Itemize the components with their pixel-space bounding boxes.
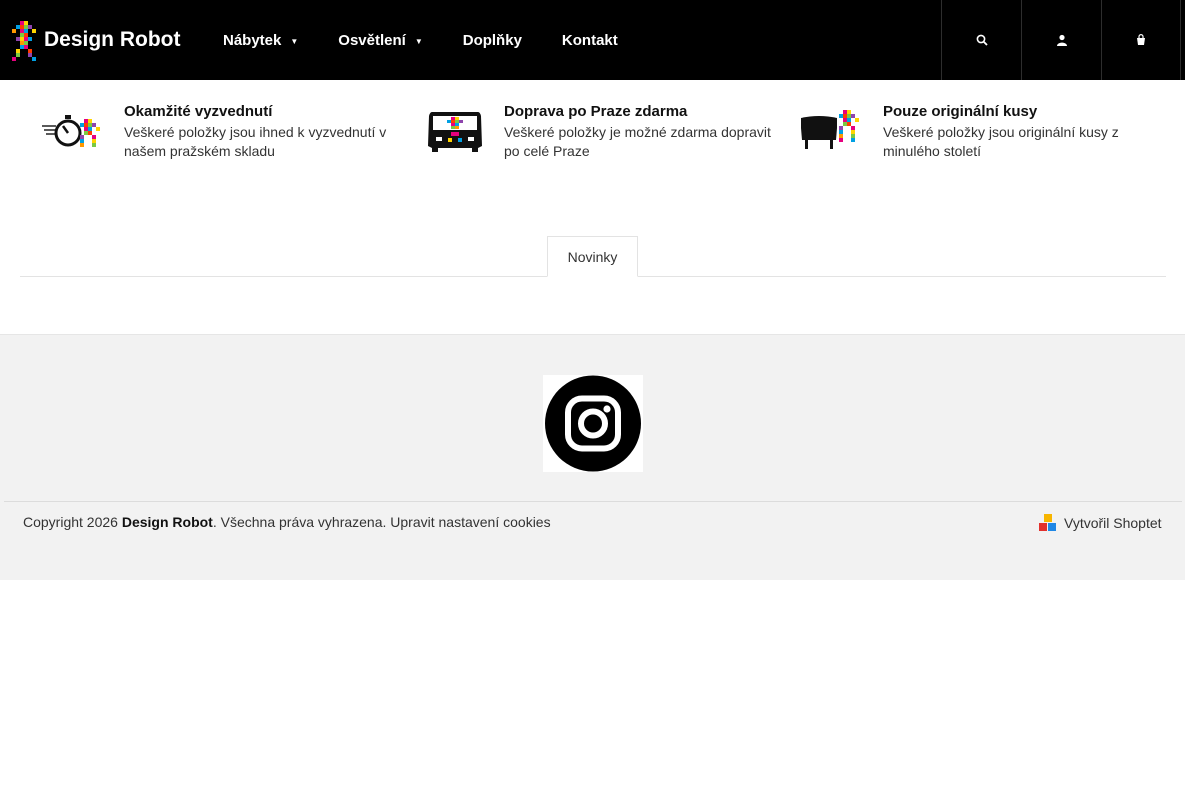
tab-novinky[interactable]: Novinky bbox=[547, 236, 638, 277]
benefit-title: Doprava po Praze zdarma bbox=[504, 103, 688, 120]
benefit-title: Okamžité vyzvednutí bbox=[124, 103, 273, 120]
copyright-brand: Design Robot bbox=[121, 514, 213, 530]
logo-text: Design Robot bbox=[44, 28, 181, 51]
cart-icon bbox=[1137, 34, 1145, 45]
cookies-settings-link[interactable]: Upravit nastavení cookies bbox=[390, 514, 550, 530]
copyright-prefix: Copyright 2026 bbox=[23, 514, 122, 530]
benefit-title: Pouze originální kusy bbox=[883, 103, 1038, 120]
benefit-desc: Veškeré položky jsou ihned k vyzvednutí … bbox=[124, 124, 387, 159]
instagram-icon bbox=[545, 375, 641, 472]
chevron-down-icon: ▼ bbox=[290, 37, 299, 46]
nav-item-label: Nábytek bbox=[223, 31, 282, 49]
nav-item-label: Kontakt bbox=[561, 31, 618, 49]
benefit-desc: Veškeré položky je možné zdarma dopravit… bbox=[504, 124, 771, 159]
site-header: Design Robot Nábytek ▼ Osvětlení ▼ Doplň… bbox=[0, 0, 1185, 80]
footer-divider bbox=[4, 501, 1182, 502]
robot-logo-icon bbox=[10, 19, 38, 61]
nav-item-doplnky[interactable]: Doplňky bbox=[463, 32, 522, 49]
cart-button[interactable] bbox=[1101, 0, 1181, 80]
chevron-down-icon: ▼ bbox=[414, 37, 423, 46]
user-icon bbox=[1056, 34, 1067, 46]
site-footer: Copyright 2026 Design Robot. Všechna prá… bbox=[0, 334, 1185, 580]
nav-item-label: Osvětlení bbox=[338, 31, 406, 49]
nav-item-label: Doplňky bbox=[462, 31, 522, 49]
instagram-link[interactable] bbox=[543, 375, 643, 472]
shoptet-label: Vytvořil Shoptet bbox=[1064, 515, 1162, 531]
main-nav: Nábytek ▼ Osvětlení ▼ Doplňky Kontakt bbox=[223, 0, 658, 80]
search-icon bbox=[976, 34, 988, 46]
site-logo[interactable]: Design Robot bbox=[10, 19, 181, 61]
shoptet-credit[interactable]: Vytvořil Shoptet bbox=[1039, 514, 1162, 532]
login-button[interactable] bbox=[1021, 0, 1101, 80]
armchair-icon bbox=[799, 104, 865, 156]
benefit-original: Pouze originální kusy Veškeré položky js… bbox=[799, 104, 1148, 161]
nav-item-kontakt[interactable]: Kontakt bbox=[562, 32, 618, 49]
shoptet-logo-icon bbox=[1039, 514, 1057, 532]
copyright: Copyright 2026 Design Robot. Všechna prá… bbox=[23, 514, 551, 530]
nav-item-osvetleni[interactable]: Osvětlení ▼ bbox=[338, 32, 422, 49]
benefit-pickup: Okamžité vyzvednutí Veškeré položky jsou… bbox=[40, 104, 394, 161]
benefit-desc: Veškeré položky jsou originální kusy z m… bbox=[883, 124, 1119, 159]
nav-item-nabytek[interactable]: Nábytek ▼ bbox=[223, 32, 298, 49]
search-button[interactable] bbox=[941, 0, 1021, 80]
van-icon bbox=[420, 104, 486, 156]
benefit-delivery: Doprava po Praze zdarma Veškeré položky … bbox=[420, 104, 779, 161]
copyright-rest: . Všechna práva vyhrazena. bbox=[212, 514, 391, 530]
stopwatch-icon bbox=[40, 104, 106, 156]
